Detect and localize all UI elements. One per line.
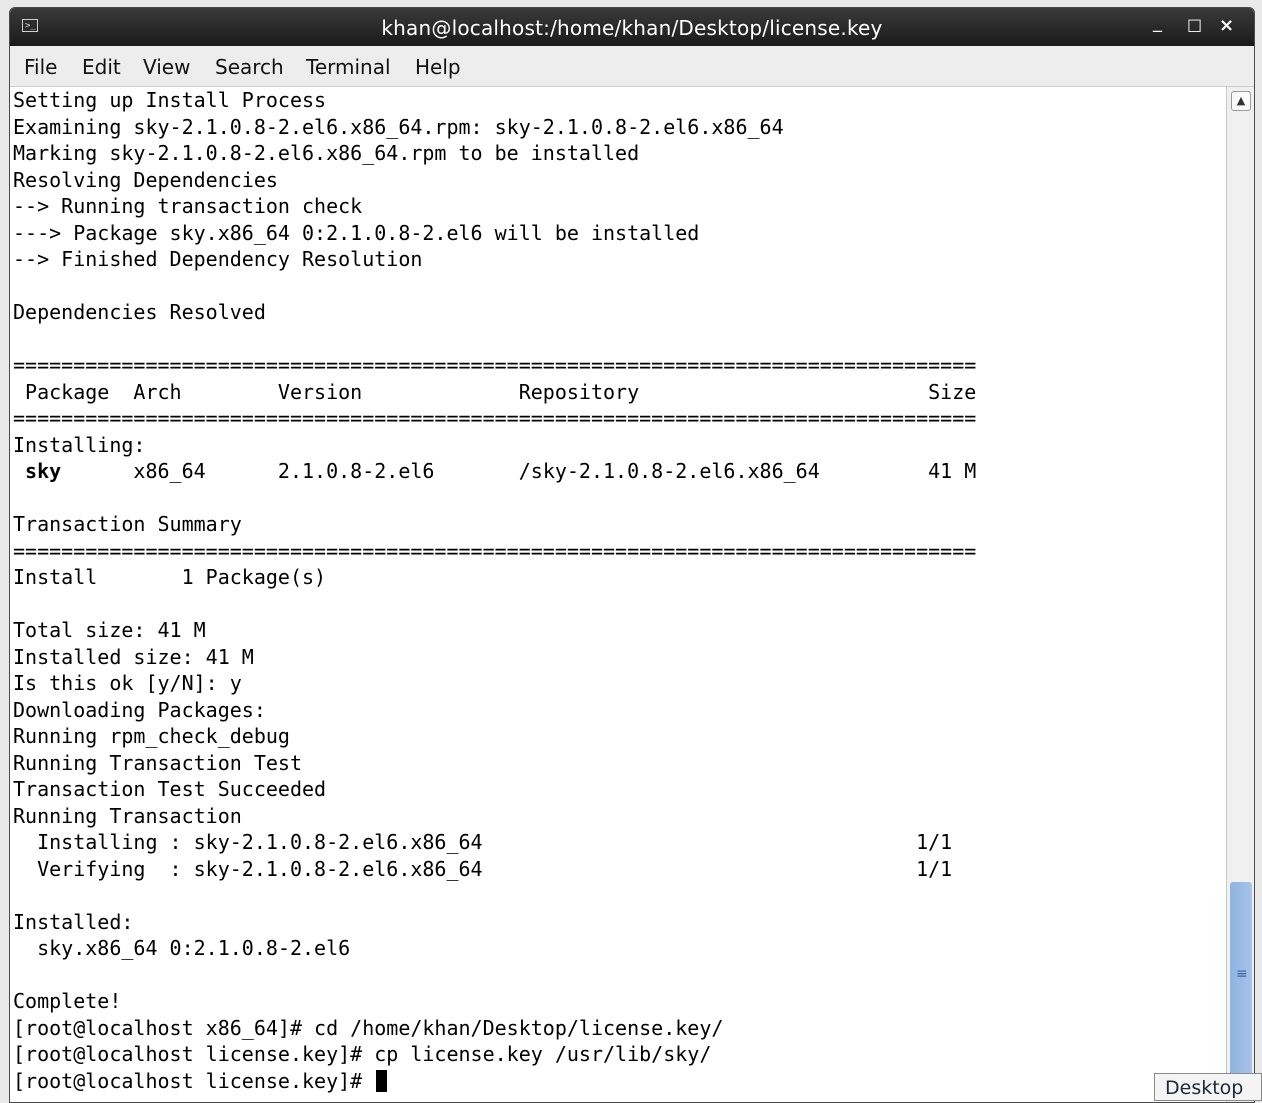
maximize-button[interactable]: □ — [1187, 15, 1202, 34]
menu-terminal[interactable]: Terminal — [306, 55, 391, 79]
terminal-line: sky x86_64 2.1.0.8-2.el6 /sky-2.1.0.8-2.… — [13, 459, 977, 483]
terminal-window: >_ khan@localhost:/home/khan/Desktop/lic… — [9, 7, 1255, 1103]
menu-search[interactable]: Search — [215, 55, 284, 79]
menu-view[interactable]: View — [143, 55, 190, 79]
grip-icon: ≡ — [1236, 966, 1248, 982]
terminal-line: Package Arch Version Repository Size — [13, 379, 977, 404]
terminal-line: [root@localhost license.key]# — [13, 1068, 388, 1094]
minimize-button[interactable]: _ — [1153, 12, 1162, 33]
package-name: sky — [13, 459, 62, 483]
window-title: khan@localhost:/home/khan/Desktop/licens… — [381, 16, 883, 40]
terminal-line: Dependencies Resolved — [13, 300, 266, 324]
menu-bar: File Edit View Search Terminal Help — [10, 46, 1254, 87]
scroll-thumb[interactable]: ≡ — [1230, 882, 1252, 1098]
terminal-line: Is this ok [y/N]: y — [13, 671, 242, 695]
terminal-line: Setting up Install Process — [13, 88, 327, 112]
terminal-line: Examining sky-2.1.0.8-2.el6.x86_64.rpm: … — [13, 114, 784, 139]
close-button[interactable]: × — [1219, 15, 1234, 36]
terminal-line: Marking sky-2.1.0.8-2.el6.x86_64.rpm to … — [13, 141, 640, 165]
terminal-line: ========================================… — [13, 353, 977, 377]
terminal-line: [root@localhost x86_64]# cd /home/khan/D… — [13, 1015, 724, 1040]
terminal-line: ========================================… — [13, 538, 977, 563]
terminal-line: Installed size: 41 M — [13, 644, 254, 669]
terminal-line: Installing : sky-2.1.0.8-2.el6.x86_64 1/… — [13, 830, 953, 854]
terminal-line: Transaction Test Succeeded — [13, 777, 327, 801]
terminal-line: --> Running transaction check — [13, 194, 363, 218]
terminal-line: Transaction Summary — [13, 512, 242, 536]
menu-file[interactable]: File — [24, 55, 57, 79]
terminal-line: [root@localhost license.key]# cp license… — [13, 1042, 712, 1066]
terminal-line: Running Transaction Test — [13, 750, 302, 775]
terminal-line: sky.x86_64 0:2.1.0.8-2.el6 — [13, 936, 351, 960]
terminal-line: Resolving Dependencies — [13, 167, 278, 192]
terminal-line: Installing: — [13, 432, 146, 457]
terminal-line: Complete! — [13, 989, 122, 1013]
desktop-tooltip[interactable]: Desktop — [1154, 1073, 1262, 1101]
terminal-output[interactable]: Setting up Install Process Examining sky-… — [10, 87, 1224, 1102]
terminal-line: Total size: 41 M — [13, 618, 206, 642]
terminal-line: Running Transaction — [13, 803, 242, 828]
terminal-line: ---> Package sky.x86_64 0:2.1.0.8-2.el6 … — [13, 220, 700, 245]
menu-edit[interactable]: Edit — [82, 55, 121, 79]
terminal-line: Install 1 Package(s) — [13, 565, 327, 589]
title-bar[interactable]: >_ khan@localhost:/home/khan/Desktop/lic… — [10, 8, 1254, 46]
terminal-line: Installed: — [13, 909, 134, 934]
terminal-line: Running rpm_check_debug — [13, 724, 290, 748]
scroll-up-arrow-icon[interactable]: ▲ — [1231, 91, 1251, 111]
terminal-line: Downloading Packages: — [13, 697, 266, 722]
terminal-line: Verifying : sky-2.1.0.8-2.el6.x86_64 1/1 — [13, 856, 953, 881]
menu-help[interactable]: Help — [415, 55, 461, 79]
text-cursor — [376, 1069, 388, 1092]
terminal-line: ========================================… — [13, 406, 977, 430]
vertical-scrollbar[interactable]: ▲ ≡ — [1226, 87, 1254, 1102]
terminal-line: --> Finished Dependency Resolution — [13, 247, 423, 271]
